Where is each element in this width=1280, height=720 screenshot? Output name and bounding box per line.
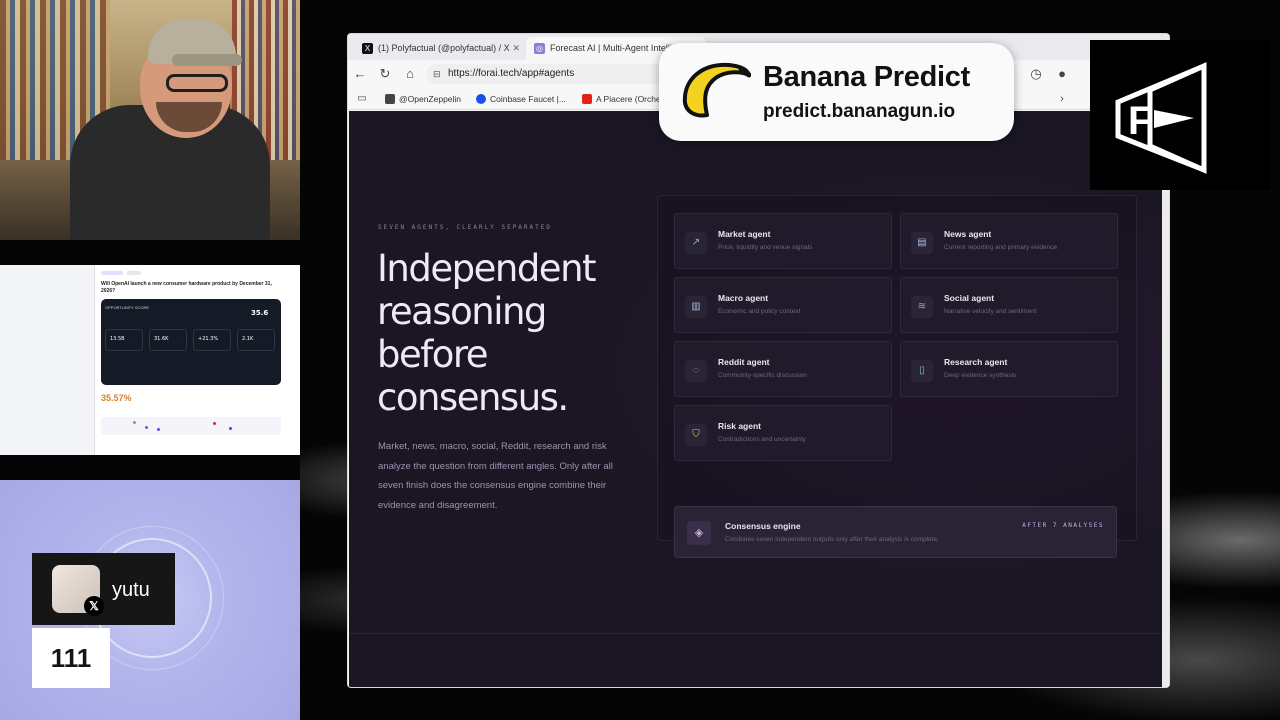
agent-card-reddit[interactable]: ◌ Reddit agent Community-specific discus… [674,341,892,397]
channel-logo: F [1090,40,1270,190]
bar-chart-icon: ▥ [685,296,707,318]
page-content: SEVEN AGENTS, CLEARLY SEPARATED Independ… [349,111,1164,687]
chart-icon: ↗ [685,232,707,254]
reload-icon[interactable]: ↻ [377,66,393,82]
agent-card-social[interactable]: ≋ Social agent Narrative velocity and se… [900,277,1118,333]
status-badge: AFTER 7 ANALYSES [1022,522,1104,529]
banana-logo-icon [682,62,751,118]
agent-card-risk[interactable]: ⛉ Risk agent Contradictions and uncertai… [674,405,892,461]
preview-plot [101,417,281,435]
history-icon[interactable]: ◷ [1028,66,1044,82]
agent-card-news[interactable]: ▤ News agent Current reporting and prima… [900,213,1118,269]
scrollbar[interactable] [1162,111,1169,687]
page-title: Independent reasoning before consensus. [377,247,597,419]
chat-bubble-icon: ◌ [685,360,707,382]
agent-card-market[interactable]: ↗ Market agent Price, liquidity and venu… [674,213,892,269]
chevron-right-icon[interactable]: › [1054,91,1070,107]
preview-percent: 35.57% [101,393,132,403]
newspaper-icon: ▤ [911,232,933,254]
waves-icon: ≋ [911,296,933,318]
forecast-icon: ◎ [534,43,545,54]
brand-name: Banana Predict [763,61,970,93]
address-bar[interactable]: ⊟ https://forai.tech/app#agents [426,64,676,84]
viewer-count: 111 [32,628,110,688]
youtube-icon [582,94,592,104]
bookmark-coinbase[interactable]: Coinbase Faucet |... [476,92,566,106]
section-eyebrow: SEVEN AGENTS, CLEARLY SEPARATED [378,224,552,231]
coinbase-icon [476,94,486,104]
back-icon[interactable]: ← [352,66,368,82]
bookmark-a-piacere[interactable]: A Piacere (Orche [582,92,661,106]
webcam-feed [0,0,300,240]
stream-layout: Will OpenAI launch a new consumer hardwa… [0,0,1280,720]
layers-icon: ◈ [687,521,711,545]
site-info-icon[interactable]: ⊟ [433,64,441,84]
x-logo-icon: 𝕏 [84,596,104,616]
sponsor-overlay: Banana Predict predict.bananagun.io [659,43,1014,141]
x-logo-icon: X [362,43,373,54]
agent-card-macro[interactable]: ▥ Macro agent Economic and policy contex… [674,277,892,333]
preview-question: Will OpenAI launch a new consumer hardwa… [101,281,272,294]
section-description: Market, news, macro, social, Reddit, res… [378,441,613,511]
streamer [70,10,270,240]
shield-icon: ⛉ [685,424,707,446]
book-icon: ▯ [911,360,933,382]
agent-card-research[interactable]: ▯ Research agent Deep evidence synthesis [900,341,1118,397]
user-tag: 𝕏 yutu [32,553,175,625]
divider [349,633,1164,634]
preview-card: OPPORTUNITY SCORE 35.6 13.5B 31.6K +21.3… [101,299,281,385]
github-icon [385,94,395,104]
bookmark-openzeppelin[interactable]: @OpenZeppelin [385,92,461,106]
tab-polyfactual[interactable]: X (1) Polyfactual (@polyfactual) / X ✕ [354,37,524,60]
close-icon[interactable]: ✕ [512,37,520,60]
brand-url: predict.bananagun.io [763,101,956,122]
screen-preview: Will OpenAI launch a new consumer hardwa… [0,265,300,455]
home-icon[interactable]: ⌂ [402,66,418,82]
username: yutu [112,579,150,601]
preview-page: Will OpenAI launch a new consumer hardwa… [94,265,300,455]
consensus-engine-card[interactable]: ◈ Consensus engine Combines seven indepe… [674,506,1117,558]
bookmarks-icon[interactable]: ▭ [354,91,370,107]
svg-text:F: F [1128,99,1152,143]
profile-icon[interactable]: ● [1054,66,1070,82]
f-logo-icon: F [1115,62,1207,174]
